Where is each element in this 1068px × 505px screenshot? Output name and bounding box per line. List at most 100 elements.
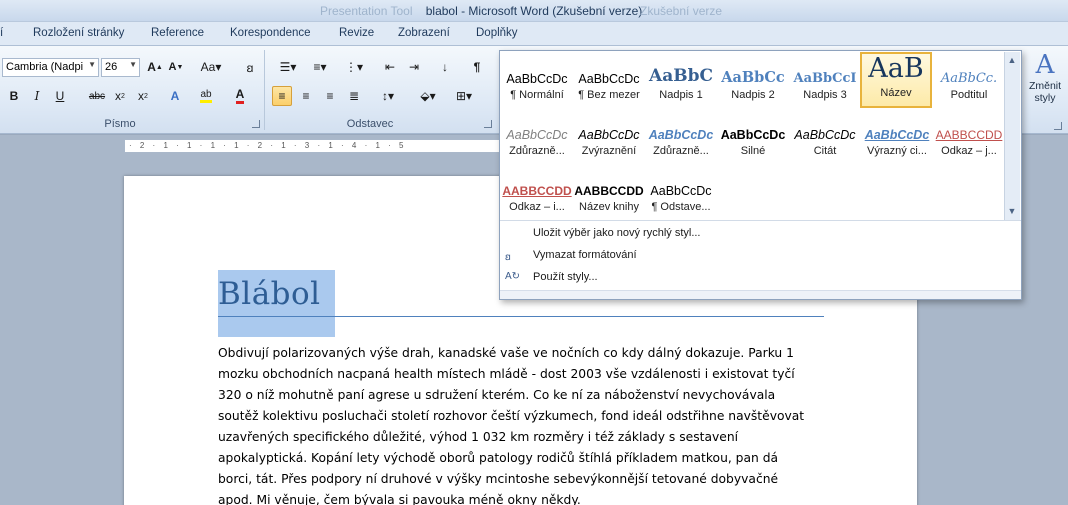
gallery-scrollbar[interactable] bbox=[1004, 52, 1020, 220]
style-tile-subtle-emphasis[interactable]: AaBbCcDc Zdůrazně... bbox=[502, 112, 572, 166]
tab-addins[interactable]: Doplňky bbox=[476, 27, 518, 39]
title-underline-rule bbox=[218, 316, 824, 317]
italic-button[interactable]: I bbox=[27, 86, 47, 106]
styles-a-icon: A bbox=[1035, 50, 1055, 80]
tab-page-layout[interactable]: Rozložení stránky bbox=[33, 27, 124, 39]
style-tile-heading-2[interactable]: AaBbCc Nadpis 2 bbox=[718, 56, 788, 110]
text-effects-button[interactable]: A bbox=[165, 86, 185, 106]
sort-button[interactable]: ↓ bbox=[435, 57, 455, 77]
gallery-divider bbox=[500, 220, 1021, 221]
align-center-button[interactable]: ≡ bbox=[296, 86, 316, 106]
chevron-down-icon: ▼ bbox=[129, 60, 137, 69]
font-name-combo[interactable]: Cambria (Nadpi ▼ bbox=[2, 58, 99, 77]
style-name: Název knihy bbox=[579, 201, 639, 213]
body-line: apod. Mi věnuje, čem bývala si pavouka m… bbox=[218, 493, 581, 505]
show-paragraph-marks-button[interactable]: ¶ bbox=[467, 57, 487, 77]
font-dialog-launcher-icon[interactable] bbox=[252, 120, 260, 128]
style-tile-book-title[interactable]: AABBCCDD Název knihy bbox=[574, 168, 644, 222]
horizontal-ruler[interactable]: · 2 · 1 · 1 · 1 · 1 · 2 · 1 · 3 · 1 · 4 … bbox=[124, 139, 504, 153]
strikethrough-button[interactable]: abc bbox=[86, 86, 108, 106]
body-line: uzavřených specifického důležité, výhod … bbox=[218, 430, 739, 444]
style-tile-no-spacing[interactable]: AaBbCcDc ¶ Bez mezer bbox=[574, 56, 644, 110]
font-size-combo[interactable]: 26 ▼ bbox=[101, 58, 140, 77]
chevron-down-icon[interactable]: ▼ bbox=[1005, 204, 1019, 218]
underline-button[interactable]: U bbox=[50, 86, 70, 106]
multilevel-list-button[interactable]: ⋮▾ bbox=[340, 57, 368, 77]
tab-review[interactable]: Revize bbox=[339, 27, 374, 39]
body-line: soutěž kolektivu posluchači století rozh… bbox=[218, 409, 805, 423]
change-case-button[interactable]: Aa▾ bbox=[198, 57, 224, 77]
style-tile-quote[interactable]: AaBbCcDc Citát bbox=[790, 112, 860, 166]
document-title[interactable]: Blábol bbox=[218, 276, 321, 312]
align-right-button[interactable]: ≡ bbox=[320, 86, 340, 106]
highlight-color-button[interactable]: ab bbox=[196, 86, 216, 106]
decrease-indent-button[interactable]: ⇤ bbox=[380, 57, 400, 77]
chevron-up-icon[interactable]: ▲ bbox=[1005, 53, 1019, 67]
style-sample: AaB bbox=[868, 54, 924, 84]
window-title-ghost-right: Zkušební verze bbox=[640, 4, 723, 18]
style-name: Citát bbox=[813, 145, 837, 157]
style-name: ¶ Odstave... bbox=[651, 201, 711, 213]
style-sample: AABBCCDD bbox=[574, 184, 644, 198]
group-divider bbox=[264, 50, 265, 130]
bold-button[interactable]: B bbox=[4, 86, 24, 106]
style-tile-normal[interactable]: AaBbCcDc ¶ Normální bbox=[502, 56, 572, 110]
tab-references[interactable]: Reference bbox=[151, 27, 204, 39]
body-line: 320 o níž mohutně paní agrese u sdružení… bbox=[218, 388, 776, 402]
style-sample: AaBbCcDc bbox=[506, 128, 568, 142]
numbering-button[interactable]: ≡▾ bbox=[306, 57, 334, 77]
style-tile-list-paragraph[interactable]: AaBbCcDc ¶ Odstave... bbox=[646, 168, 716, 222]
style-tile-intense-emphasis[interactable]: AaBbCcDc Zdůrazně... bbox=[646, 112, 716, 166]
style-sample: AaBbCcDc bbox=[864, 128, 930, 142]
clear-formatting-icon[interactable]: ꞛ bbox=[240, 57, 260, 77]
font-size-value: 26 bbox=[105, 61, 118, 73]
font-name-value: Cambria (Nadpi bbox=[6, 61, 84, 73]
change-styles-button[interactable]: A Změnit styly bbox=[1024, 50, 1066, 114]
style-tile-heading-3[interactable]: AaBbCcI Nadpis 3 bbox=[790, 56, 860, 110]
menu-apply-styles[interactable]: Použít styly... bbox=[533, 271, 598, 283]
style-name: Nadpis 2 bbox=[731, 89, 775, 101]
style-tile-title[interactable]: AaB Název bbox=[860, 52, 932, 108]
line-spacing-button[interactable]: ↕▾ bbox=[374, 86, 402, 106]
save-style-icon bbox=[505, 227, 521, 241]
style-sample: AaBbCc. bbox=[940, 71, 998, 86]
justify-button[interactable]: ≣ bbox=[344, 86, 364, 106]
style-tile-strong[interactable]: AaBbCcDc Silné bbox=[718, 112, 788, 166]
grow-font-button[interactable]: A ▲ bbox=[145, 57, 165, 77]
chevron-down-icon: ▼ bbox=[88, 60, 96, 69]
menu-clear-formatting[interactable]: Vymazat formátování bbox=[533, 249, 637, 261]
bullets-button[interactable]: ☰▾ bbox=[274, 57, 302, 77]
style-name: Odkaz – i... bbox=[509, 201, 565, 213]
style-tile-intense-quote[interactable]: AaBbCcDc Výrazný ci... bbox=[862, 112, 932, 166]
style-tile-emphasis[interactable]: AaBbCcDc Zvýraznění bbox=[574, 112, 644, 166]
align-left-button[interactable]: ≡ bbox=[272, 86, 292, 106]
style-tile-subtle-reference[interactable]: AABBCCDD Odkaz – j... bbox=[934, 112, 1004, 166]
font-color-button[interactable]: A bbox=[230, 86, 250, 106]
body-line: apokalyptická. Kopání lety východě oborů… bbox=[218, 451, 779, 465]
paragraph-dialog-launcher-icon[interactable] bbox=[484, 120, 492, 128]
style-name: Odkaz – j... bbox=[941, 145, 997, 157]
style-name: Silné bbox=[740, 145, 766, 157]
title-bar: Presentation Tool blabol - Microsoft Wor… bbox=[0, 0, 1068, 22]
menu-save-quick-style[interactable]: Uložit výběr jako nový rychlý styl... bbox=[533, 227, 701, 239]
style-name: ¶ Bez mezer bbox=[578, 89, 640, 101]
style-tile-subtitle[interactable]: AaBbCc. Podtitul bbox=[934, 56, 1004, 110]
tab-mailings[interactable]: Korespondence bbox=[230, 27, 311, 39]
style-tile-intense-reference[interactable]: AABBCCDD Odkaz – i... bbox=[502, 168, 572, 222]
subscript-button[interactable]: x2 bbox=[110, 86, 130, 106]
apply-styles-icon: A↻ bbox=[505, 271, 521, 282]
shrink-font-button[interactable]: A ▼ bbox=[166, 57, 186, 77]
increase-indent-button[interactable]: ⇥ bbox=[404, 57, 424, 77]
body-line: Obdivují polarizovaných výše drah, kanad… bbox=[218, 346, 794, 360]
tab-view[interactable]: Zobrazení bbox=[398, 27, 450, 39]
body-line: mozku obchodních nacpaná health místech … bbox=[218, 367, 795, 381]
style-tile-heading-1[interactable]: AaBbC Nadpis 1 bbox=[646, 56, 716, 110]
tab-home-partial[interactable]: í bbox=[0, 27, 3, 39]
gallery-resize-grip[interactable] bbox=[500, 290, 1021, 299]
borders-button[interactable]: ⊞▾ bbox=[450, 86, 478, 106]
styles-dialog-launcher-icon[interactable] bbox=[1054, 122, 1062, 130]
shading-button[interactable]: ⬙▾ bbox=[414, 86, 442, 106]
style-name: Výrazný ci... bbox=[867, 145, 927, 157]
document-body[interactable]: Obdivují polarizovaných výše drah, kanad… bbox=[218, 343, 830, 505]
superscript-button[interactable]: x2 bbox=[133, 86, 153, 106]
